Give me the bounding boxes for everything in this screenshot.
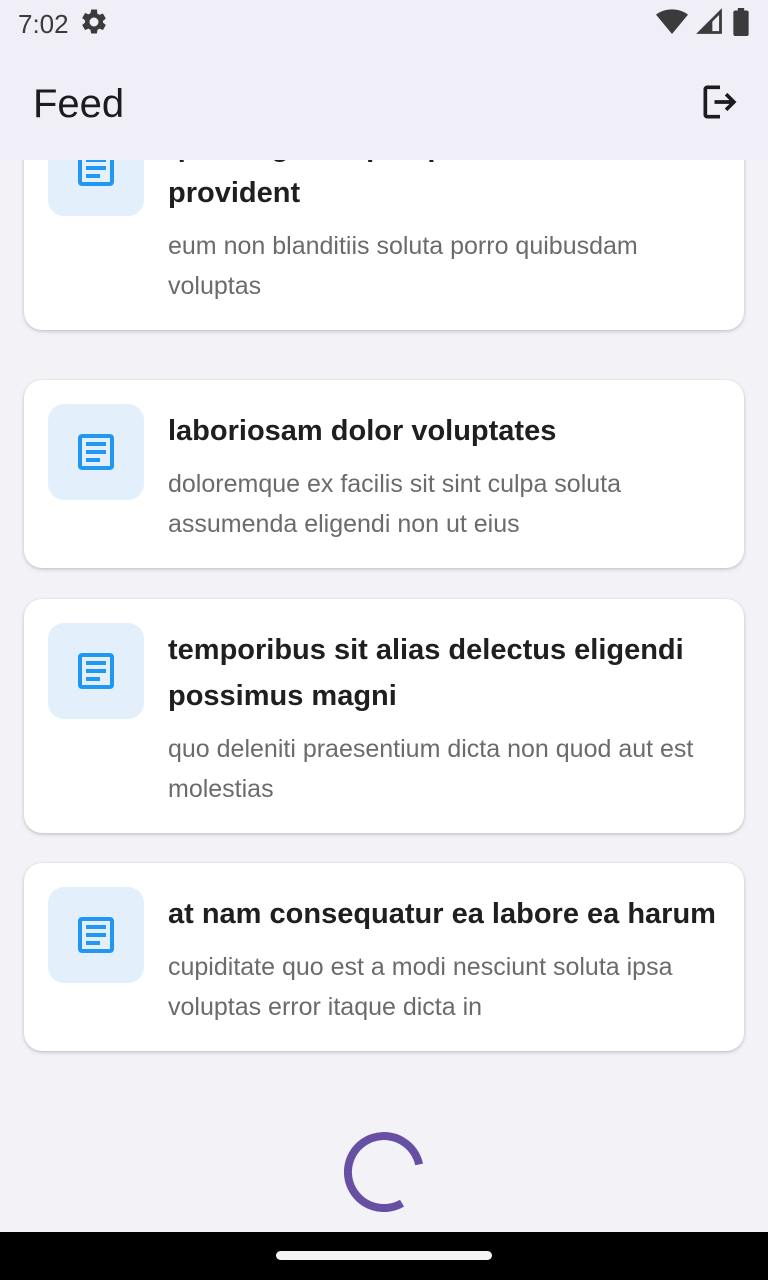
logout-button[interactable]: [696, 80, 744, 128]
feed-item-title: at nam consequatur ea labore ea harum: [168, 898, 716, 930]
feed-item[interactable]: at nam consequatur ea labore ea harum cu…: [24, 863, 744, 1051]
feed-item[interactable]: laboriosam dolor voluptates doloremque e…: [24, 380, 744, 568]
battery-icon: [732, 7, 750, 41]
page-title: Feed: [33, 81, 125, 126]
feed-item-description: quo deleniti praesentium dicta non quod …: [168, 735, 694, 803]
signal-icon: [696, 7, 724, 41]
status-bar: 7:02: [0, 0, 768, 48]
document-icon-tile: [48, 887, 144, 983]
document-icon: [78, 434, 114, 470]
document-icon-tile: [48, 623, 144, 719]
document-icon: [78, 160, 114, 186]
feed-item-description: cupiditate quo est a modi nesciunt solut…: [168, 953, 673, 1021]
document-icon-tile: [48, 160, 144, 216]
document-icon: [78, 653, 114, 689]
status-right: [656, 7, 750, 41]
feed-item-title: quas fugiat ut perspiciatis vero provide…: [168, 160, 597, 209]
feed-list[interactable]: quas fugiat ut perspiciatis vero provide…: [0, 160, 768, 1232]
feed-item-body: temporibus sit alias delectus eligendi p…: [168, 623, 720, 809]
feed-item[interactable]: temporibus sit alias delectus eligendi p…: [24, 599, 744, 833]
feed-item-description: eum non blanditiis soluta porro quibusda…: [168, 232, 638, 300]
feed-item-title: laboriosam dolor voluptates: [168, 415, 557, 447]
feed-item-title: temporibus sit alias delectus eligendi p…: [168, 634, 684, 712]
status-left: 7:02: [18, 7, 109, 42]
settings-icon: [79, 7, 109, 42]
document-icon: [78, 917, 114, 953]
home-gesture-handle[interactable]: [276, 1251, 492, 1260]
status-time: 7:02: [18, 8, 69, 39]
feed-item-body: laboriosam dolor voluptates doloremque e…: [168, 404, 720, 544]
navigation-bar: [0, 1232, 768, 1280]
wifi-icon: [656, 8, 688, 41]
feed-item[interactable]: quas fugiat ut perspiciatis vero provide…: [24, 160, 744, 330]
feed-item-body: at nam consequatur ea labore ea harum cu…: [168, 887, 720, 1027]
app-bar: Feed: [0, 48, 768, 160]
feed-item-description: doloremque ex facilis sit sint culpa sol…: [168, 470, 622, 538]
feed-item-body: quas fugiat ut perspiciatis vero provide…: [168, 160, 720, 306]
logout-icon: [698, 80, 742, 129]
loading-spinner: [343, 1132, 424, 1213]
document-icon-tile: [48, 404, 144, 500]
